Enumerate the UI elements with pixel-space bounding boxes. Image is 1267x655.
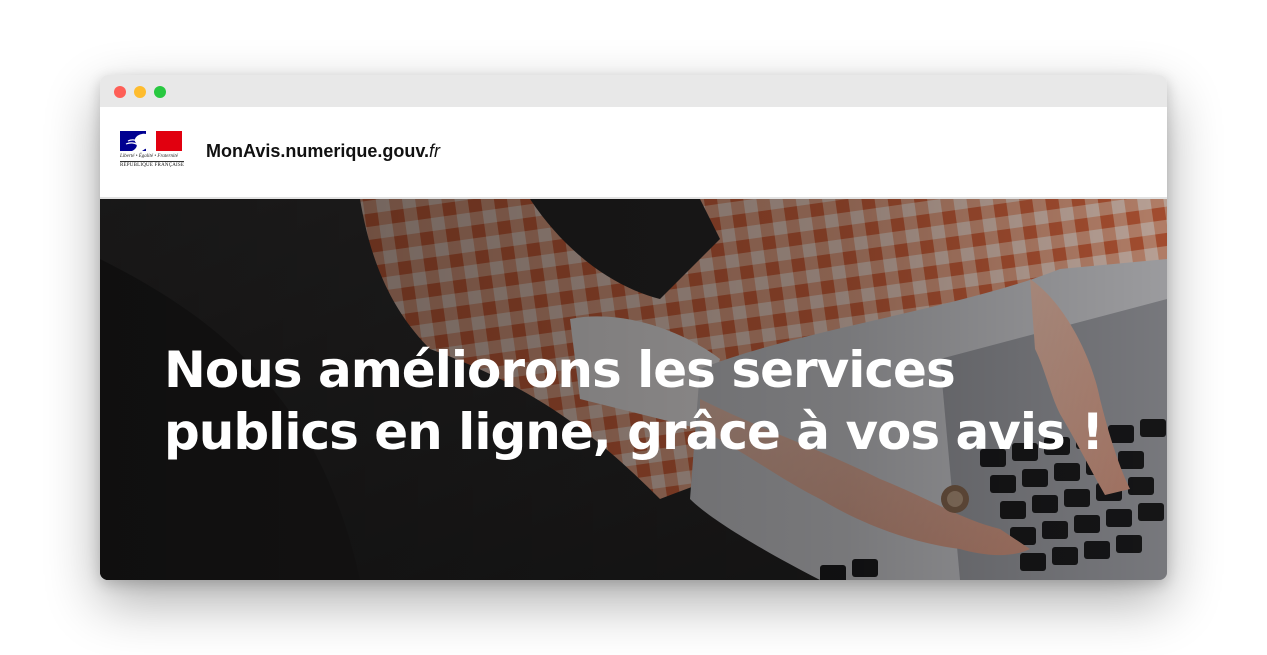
page: Liberté • Égalité • Fraternité RÉPUBLIQU…	[0, 0, 1267, 655]
site-name-tld: fr	[429, 141, 441, 161]
republic-name: RÉPUBLIQUE FRANÇAISE	[120, 161, 185, 168]
marianne-logo[interactable]: Liberté • Égalité • Fraternité RÉPUBLIQU…	[120, 131, 184, 173]
hero-title-line-1: Nous améliorons les services	[164, 341, 956, 399]
window-titlebar	[100, 75, 1167, 107]
close-window-button[interactable]	[114, 86, 126, 98]
maximize-window-button[interactable]	[154, 86, 166, 98]
republic-motto: Liberté • Égalité • Fraternité	[120, 154, 178, 159]
minimize-window-button[interactable]	[134, 86, 146, 98]
site-name-main: MonAvis.numerique.gouv.	[206, 141, 430, 161]
site-name-link[interactable]: MonAvis.numerique.gouv.fr	[206, 139, 440, 163]
marianne-profile-icon	[125, 133, 153, 151]
hero-title: Nous améliorons les services publics en …	[164, 339, 1124, 463]
site-header: Liberté • Égalité • Fraternité RÉPUBLIQU…	[100, 107, 1167, 199]
hero-title-line-2: publics en ligne, grâce à vos avis !	[164, 403, 1104, 461]
marianne-flag-icon	[120, 131, 182, 151]
browser-window: Liberté • Égalité • Fraternité RÉPUBLIQU…	[100, 75, 1167, 580]
hero-banner: Nous améliorons les services publics en …	[100, 199, 1167, 580]
